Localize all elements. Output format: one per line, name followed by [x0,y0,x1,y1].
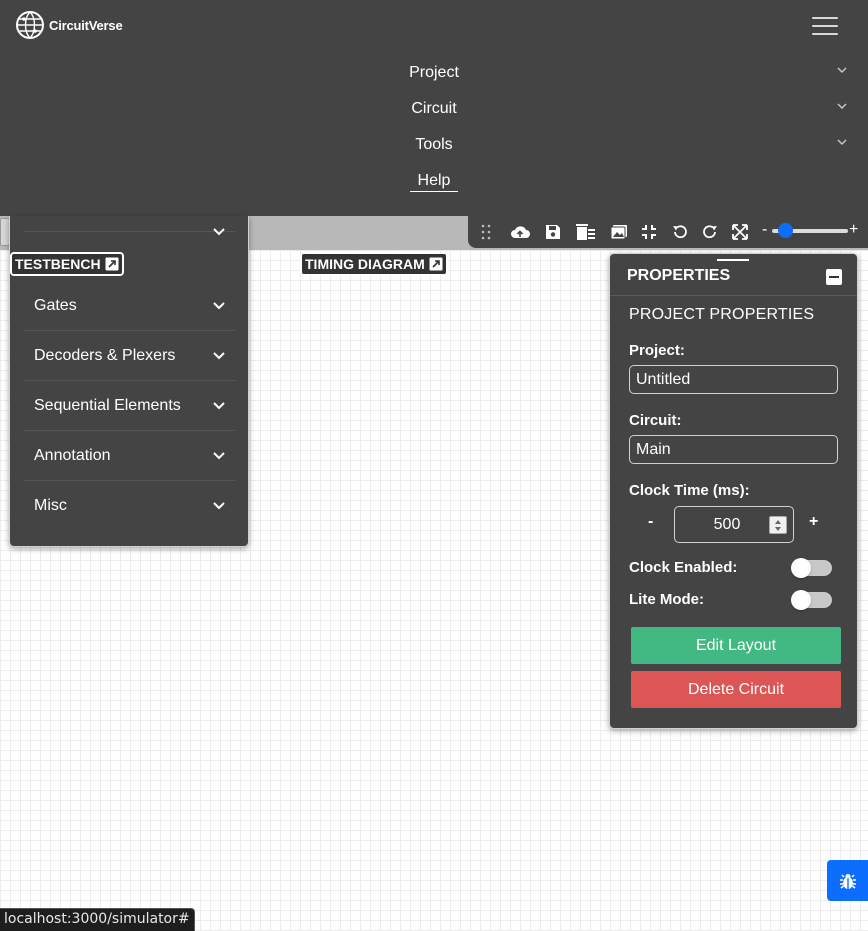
clock-increment-button[interactable]: + [809,513,818,531]
edit-layout-button[interactable]: Edit Layout [631,627,841,664]
nav-label-help: Help [409,172,459,192]
nav-label-tools: Tools [415,136,453,153]
toggle-knob [791,558,811,578]
timing-diagram-button[interactable]: TIMING DIAGRAM [300,252,448,276]
category-item-gates[interactable]: Gates [24,281,236,331]
drag-handle-icon[interactable] [476,222,496,242]
section-title: PROJECT PROPERTIES [629,306,815,323]
zoom-out-button[interactable]: - [762,220,767,240]
category-label: Annotation [34,446,111,464]
timing-diagram-label: TIMING DIAGRAM [305,256,425,272]
properties-header: PROPERTIES [610,266,857,296]
fullscreen-icon[interactable] [730,222,750,242]
divider [610,295,857,296]
toggle-knob [791,590,811,610]
redo-icon[interactable] [700,222,720,242]
hamburger-menu-icon[interactable] [806,10,844,42]
clock-enabled-toggle[interactable] [791,558,832,578]
panel-drag-handle[interactable] [717,259,749,261]
chevron-down-icon [213,502,225,510]
lite-mode-label: Lite Mode: [629,591,704,608]
brand-logo[interactable]: CircuitVerse [15,10,123,40]
project-label: Project: [629,342,685,359]
nav-item-circuit[interactable]: Circuit [0,94,868,124]
properties-title: PROPERTIES [627,267,731,284]
circuit-label: Circuit: [629,412,682,429]
chevron-down-icon [213,227,225,235]
category-item-misc[interactable]: Misc [24,481,236,531]
clock-enabled-label: Clock Enabled: [629,559,738,576]
category-label: Decoders & Plexers [34,346,176,364]
zoom-in-button[interactable]: + [849,220,858,240]
chevron-down-icon [213,451,225,459]
bug-icon [839,873,856,889]
properties-panel: PROPERTIES PROJECT PROPERTIES Project: C… [609,253,858,729]
nav-label-project: Project [409,64,459,81]
external-link-icon [429,257,443,271]
category-label: Gates [34,296,77,314]
status-bar-url: localhost:3000/simulator# [0,908,195,931]
nav-item-project[interactable]: Project [0,58,868,88]
brand-name: CircuitVerse [49,17,123,33]
testbench-button[interactable]: TESTBENCH [10,252,124,276]
category-item-decoders-plexers[interactable]: Decoders & Plexers [24,331,236,381]
category-item-annotation[interactable]: Annotation [24,431,236,481]
nav-item-tools[interactable]: Tools [0,130,868,160]
nav-label-circuit: Circuit [411,100,457,117]
category-label: Sequential Elements [34,396,181,414]
zoom-slider-thumb[interactable] [778,223,794,238]
minimize-icon[interactable] [826,269,842,285]
delete-all-icon[interactable] [576,222,596,242]
chevron-down-icon [213,401,225,409]
chevron-down-icon [837,67,847,73]
save-icon[interactable] [543,222,563,242]
external-link-icon [105,257,119,271]
delete-circuit-button[interactable]: Delete Circuit [631,671,841,708]
project-name-input[interactable] [629,365,838,394]
image-icon[interactable] [609,222,629,242]
circuitverse-logo-icon [16,11,44,39]
chevron-down-icon [837,103,847,109]
number-spinner-icon[interactable] [769,516,787,534]
category-item-sequential-elements[interactable]: Sequential Elements [24,381,236,431]
lite-mode-toggle[interactable] [791,590,832,610]
category-label: Misc [34,497,67,514]
chevron-down-icon [213,351,225,359]
report-bug-button[interactable] [827,860,868,901]
clock-time-label: Clock Time (ms): [629,482,750,499]
undo-icon[interactable] [670,222,690,242]
clock-decrement-button[interactable]: - [648,513,653,531]
chevron-down-icon [213,301,225,309]
fit-to-screen-icon[interactable] [639,222,659,242]
testbench-label: TESTBENCH [15,256,101,272]
upload-cloud-icon[interactable] [510,222,530,242]
category-item-hidden[interactable] [24,180,236,235]
circuit-name-input[interactable] [629,435,838,464]
chevron-down-icon [837,139,847,145]
